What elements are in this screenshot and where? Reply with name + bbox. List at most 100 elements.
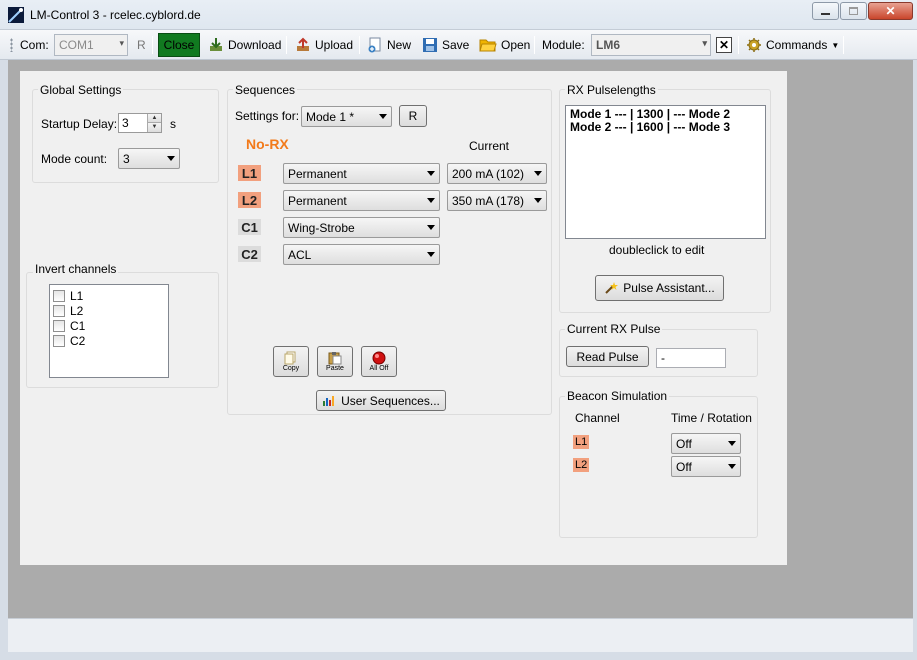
checkbox[interactable] bbox=[53, 334, 65, 347]
com-label: Com: bbox=[20, 38, 49, 52]
rx-pulselengths-list[interactable]: Mode 1 --- | 1300 | --- Mode 2 Mode 2 --… bbox=[565, 105, 766, 239]
beacon-simulation-title: Beacon Simulation bbox=[565, 389, 670, 403]
invert-channel-item[interactable]: L1 bbox=[53, 288, 165, 303]
read-pulse-button[interactable]: Read Pulse bbox=[566, 346, 649, 367]
window-frame-right bbox=[913, 60, 917, 660]
pulse-assistant-label: Pulse Assistant... bbox=[623, 281, 715, 295]
beacon-l2-value: Off bbox=[676, 460, 692, 474]
beacon-l1-select[interactable]: Off bbox=[671, 433, 741, 454]
beacon-channel-l1: L1 bbox=[573, 435, 590, 449]
rx-pulselengths-title: RX Pulselengths bbox=[565, 83, 658, 97]
invert-channel-label: L1 bbox=[70, 288, 84, 303]
close-icon: ✕ bbox=[885, 4, 896, 18]
current-pulse-field[interactable]: - bbox=[656, 348, 726, 368]
beacon-l1-value: Off bbox=[676, 437, 692, 451]
toolbar-grip[interactable] bbox=[10, 38, 13, 52]
pulse-assistant-button[interactable]: Pulse Assistant... bbox=[595, 275, 724, 301]
copy-button[interactable]: Copy bbox=[273, 346, 309, 377]
checkbox[interactable] bbox=[53, 289, 65, 302]
invert-channel-item[interactable]: C1 bbox=[53, 318, 165, 333]
c1-sequence-select[interactable]: Wing-Strobe bbox=[283, 217, 440, 238]
commands-label: Commands bbox=[766, 38, 828, 52]
chevron-down-icon bbox=[534, 198, 542, 203]
title-bar: LM-Control 3 - rcelec.cyblord.de ✕ bbox=[0, 0, 917, 30]
maximize-button[interactable] bbox=[840, 2, 867, 20]
checkbox[interactable] bbox=[53, 319, 65, 332]
invert-channels-title: Invert channels bbox=[33, 262, 119, 276]
com-port-select[interactable]: COM1 ▾ bbox=[54, 34, 128, 56]
l1-sequence-select[interactable]: Permanent bbox=[283, 163, 440, 184]
settings-for-select[interactable]: Mode 1 * bbox=[301, 106, 392, 127]
all-off-button[interactable]: All Off bbox=[361, 346, 397, 377]
module-clear-button[interactable]: ✕ bbox=[716, 37, 732, 53]
copy-label: Copy bbox=[282, 365, 300, 372]
chart-icon bbox=[323, 395, 335, 406]
user-sequences-button[interactable]: User Sequences... bbox=[316, 390, 446, 411]
l1-sequence-value: Permanent bbox=[288, 167, 347, 181]
gear-icon bbox=[747, 38, 761, 52]
global-settings-title: Global Settings bbox=[38, 83, 124, 97]
chevron-down-icon bbox=[728, 464, 736, 469]
beacon-channel-l2: L2 bbox=[573, 458, 590, 472]
paste-button[interactable]: Paste bbox=[317, 346, 353, 377]
app-icon bbox=[8, 7, 24, 23]
module-select[interactable]: LM6 ▾ bbox=[591, 34, 711, 56]
reset-mode-button[interactable]: R bbox=[399, 105, 427, 127]
c2-sequence-select[interactable]: ACL bbox=[283, 244, 440, 265]
toolbar-separator bbox=[534, 36, 535, 54]
startup-delay-unit: s bbox=[170, 117, 176, 131]
minimize-button[interactable] bbox=[812, 2, 839, 20]
invert-channel-label: L2 bbox=[70, 303, 84, 318]
spin-up-icon[interactable]: ▲ bbox=[147, 114, 161, 123]
toolbar-separator bbox=[843, 36, 844, 54]
invert-channels-list[interactable]: L1 L2 C1 C2 bbox=[49, 284, 169, 378]
beacon-time-header: Time / Rotation bbox=[671, 411, 752, 425]
channel-tag-l2: L2 bbox=[238, 192, 261, 208]
module-label: Module: bbox=[542, 38, 585, 52]
save-label: Save bbox=[442, 38, 470, 52]
spin-down-icon[interactable]: ▼ bbox=[147, 123, 161, 132]
paste-icon bbox=[328, 352, 342, 365]
pulselength-line[interactable]: Mode 2 --- | 1600 | --- Mode 3 bbox=[570, 121, 761, 134]
settings-for-label: Settings for: bbox=[235, 109, 300, 123]
upload-button[interactable]: Upload bbox=[292, 35, 356, 55]
window-title: LM-Control 3 - rcelec.cyblord.de bbox=[30, 8, 201, 22]
checkbox[interactable] bbox=[53, 304, 65, 317]
chevron-down-icon bbox=[728, 441, 736, 446]
invert-channel-item[interactable]: C2 bbox=[53, 333, 165, 348]
no-rx-label: No-RX bbox=[246, 136, 289, 152]
copy-icon bbox=[284, 351, 296, 365]
c2-sequence-value: ACL bbox=[288, 248, 312, 262]
pulselength-hint: doubleclick to edit bbox=[609, 243, 705, 257]
l2-sequence-value: Permanent bbox=[288, 194, 347, 208]
l1-current-select[interactable]: 200 mA (102) bbox=[447, 163, 547, 184]
save-icon bbox=[423, 38, 437, 52]
commands-menu-button[interactable]: Commands ▼ bbox=[743, 35, 842, 55]
new-button[interactable]: New bbox=[364, 35, 414, 55]
download-button[interactable]: Download bbox=[205, 35, 284, 55]
new-label: New bbox=[387, 38, 412, 52]
beacon-l2-select[interactable]: Off bbox=[671, 456, 741, 477]
main-panel: Global Settings Startup Delay: 3 ▲ ▼ s M… bbox=[20, 71, 787, 565]
mode-count-select[interactable]: 3 bbox=[118, 148, 180, 169]
mode-count-value: 3 bbox=[123, 152, 130, 166]
close-connection-button[interactable]: Close bbox=[158, 33, 200, 57]
toolbar: Com: COM1 ▾ R Close Download Upload New bbox=[0, 30, 917, 60]
refresh-com-button[interactable]: R bbox=[137, 38, 146, 52]
com-port-value: COM1 bbox=[59, 38, 94, 52]
save-button[interactable]: Save bbox=[419, 35, 472, 55]
channel-tag-l1: L1 bbox=[238, 165, 261, 181]
startup-delay-spinner[interactable]: 3 ▲ ▼ bbox=[118, 113, 162, 133]
close-window-button[interactable]: ✕ bbox=[868, 2, 913, 20]
minimize-icon bbox=[821, 13, 830, 15]
invert-channel-item[interactable]: L2 bbox=[53, 303, 165, 318]
open-label: Open bbox=[501, 38, 531, 52]
l2-sequence-select[interactable]: Permanent bbox=[283, 190, 440, 211]
close-icon: ✕ bbox=[718, 38, 730, 52]
sequences-title: Sequences bbox=[233, 83, 298, 97]
window-frame-bottom bbox=[0, 652, 917, 660]
invert-channel-label: C2 bbox=[70, 333, 86, 348]
l2-current-select[interactable]: 350 mA (178) bbox=[447, 190, 547, 211]
open-button[interactable]: Open bbox=[476, 35, 533, 55]
chevron-down-icon: ▾ bbox=[702, 38, 707, 48]
